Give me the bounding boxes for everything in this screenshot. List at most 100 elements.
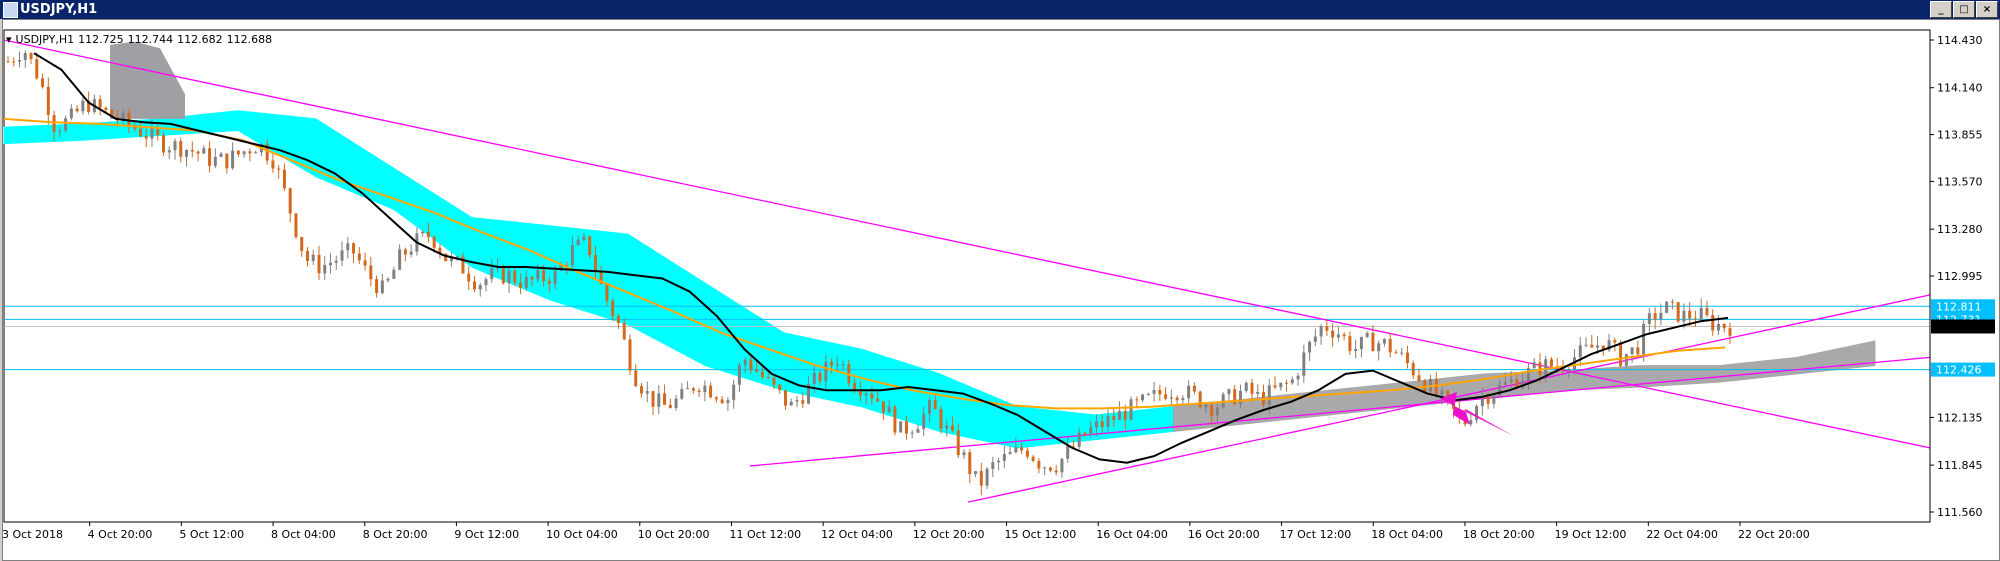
candle-body <box>1584 344 1588 346</box>
y-tick-label: 112.135 <box>1937 411 1983 424</box>
candle-body <box>835 364 839 366</box>
candle-body <box>1181 398 1185 401</box>
candle-body <box>737 365 741 385</box>
candle-body <box>1008 452 1012 455</box>
candle-body <box>1146 393 1150 395</box>
x-tick-label: 10 Oct 04:00 <box>546 528 618 541</box>
candle-body <box>208 148 212 166</box>
candle-body <box>236 150 240 155</box>
candle-body <box>605 284 609 301</box>
y-tick-label: 111.845 <box>1937 459 1983 472</box>
candle-body <box>248 151 252 154</box>
candle-body <box>1020 447 1024 451</box>
candle-body <box>1532 362 1536 369</box>
candle-body <box>1480 396 1484 407</box>
candle-body <box>1290 379 1294 384</box>
candle-body <box>1578 345 1582 358</box>
candle-body <box>1077 432 1081 447</box>
candle-body <box>1106 416 1110 427</box>
x-tick-label: 16 Oct 20:00 <box>1188 528 1260 541</box>
candle-body <box>760 371 764 378</box>
candle-body <box>945 425 949 429</box>
candle-body <box>1503 382 1507 385</box>
candle-body <box>1642 323 1646 355</box>
candle-body <box>1094 421 1098 428</box>
candle-body <box>1544 359 1548 375</box>
candle-body <box>1152 389 1156 394</box>
candle-body <box>1025 450 1029 457</box>
candle-body <box>305 250 309 261</box>
candle-body <box>1359 336 1363 350</box>
x-tick-label: 8 Oct 20:00 <box>363 528 428 541</box>
candle-body <box>29 53 33 60</box>
candle-body <box>507 270 511 284</box>
candle-body <box>991 462 995 469</box>
candle-body <box>380 280 384 293</box>
candle-body <box>161 135 165 153</box>
candle-body <box>1348 336 1352 352</box>
candle-body <box>997 460 1001 463</box>
candle-body <box>1169 397 1173 399</box>
candle-body <box>398 249 402 270</box>
candle-body <box>334 260 338 263</box>
candle-body <box>1342 334 1346 337</box>
dropdown-icon[interactable]: ▾ <box>6 33 12 46</box>
candle-body <box>300 237 304 251</box>
candle-body <box>1331 330 1335 338</box>
candle-body <box>622 323 626 340</box>
candle-body <box>1705 307 1709 316</box>
candle-body <box>749 359 753 370</box>
current-price-tag <box>1931 319 1995 334</box>
candle-body <box>1308 341 1312 353</box>
candle-body <box>1175 397 1179 401</box>
x-tick-label: 18 Oct 04:00 <box>1371 528 1443 541</box>
candle-body <box>1215 407 1219 416</box>
candle-body <box>1302 352 1306 376</box>
candle-body <box>1129 399 1133 420</box>
candle-body <box>1354 349 1358 352</box>
price-chart[interactable]: 114.430 114.140 113.855 113.570 113.280 112.9… <box>0 0 2000 561</box>
candle-body <box>939 409 943 429</box>
candle-body <box>1676 302 1680 322</box>
candle-body <box>6 61 10 63</box>
candle-body <box>1118 410 1122 421</box>
candle-body <box>530 277 534 280</box>
candle-body <box>1486 396 1490 404</box>
candle-body <box>668 404 672 408</box>
candle-body <box>64 118 68 131</box>
candle-body <box>783 390 787 406</box>
symbol-info: ▾ USDJPY,H1 112.725 112.744 112.682 112.688 <box>6 34 276 46</box>
close-value: 112.688 <box>226 33 273 46</box>
candle-body <box>893 406 897 433</box>
candle-body <box>173 141 177 151</box>
candle-body <box>640 386 644 394</box>
candle-body <box>46 86 50 116</box>
candle-body <box>899 421 903 433</box>
candle-body <box>1048 467 1052 471</box>
candle-body <box>858 390 862 396</box>
candle-body <box>41 78 45 87</box>
candle-body <box>432 236 436 248</box>
candle-body <box>674 398 678 408</box>
candle-body <box>1434 379 1438 395</box>
candle-body <box>138 128 142 137</box>
candle-body <box>680 388 684 399</box>
x-tick-label: 8 Oct 04:00 <box>271 528 336 541</box>
candle-body <box>1371 333 1375 352</box>
candle-body <box>553 270 557 284</box>
x-tick-label: 15 Oct 12:00 <box>1005 528 1077 541</box>
candle-body <box>1014 447 1018 453</box>
candle-body <box>1336 334 1340 338</box>
candle-body <box>190 150 194 152</box>
candle-body <box>277 168 281 170</box>
candle-body <box>1043 467 1047 469</box>
candle-body <box>98 99 102 108</box>
candle-body <box>231 150 235 169</box>
candle-body <box>916 429 920 433</box>
candle-body <box>1619 342 1623 366</box>
candle-body <box>881 401 885 413</box>
candle-body <box>524 277 528 289</box>
candle-body <box>1256 391 1260 394</box>
candle-body <box>1325 326 1329 331</box>
candle-body <box>570 245 574 266</box>
